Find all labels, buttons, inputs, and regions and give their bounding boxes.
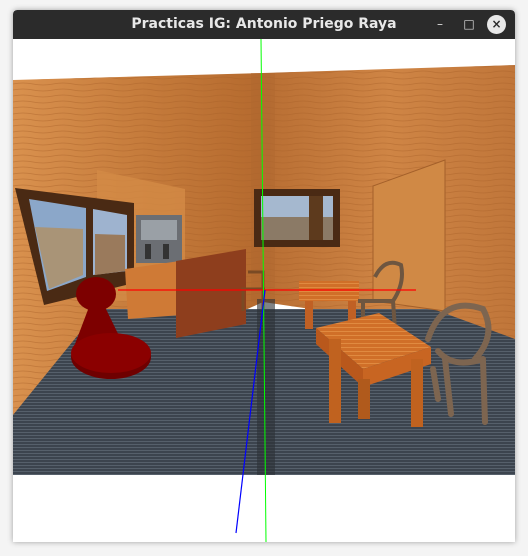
right-door — [372, 159, 446, 312]
coffee-machine — [136, 215, 182, 263]
cabinet — [176, 249, 246, 338]
opengl-viewport[interactable] — [13, 39, 515, 542]
close-button[interactable]: × — [487, 15, 506, 34]
back-painting — [254, 189, 340, 247]
maximize-button[interactable]: □ — [460, 15, 478, 33]
title-bar[interactable]: Practicas IG: Antonio Priego Raya – □ × — [13, 10, 515, 39]
minimize-button[interactable]: – — [431, 15, 449, 33]
app-window: Practicas IG: Antonio Priego Raya – □ × — [13, 10, 515, 542]
scene-render — [13, 39, 515, 542]
